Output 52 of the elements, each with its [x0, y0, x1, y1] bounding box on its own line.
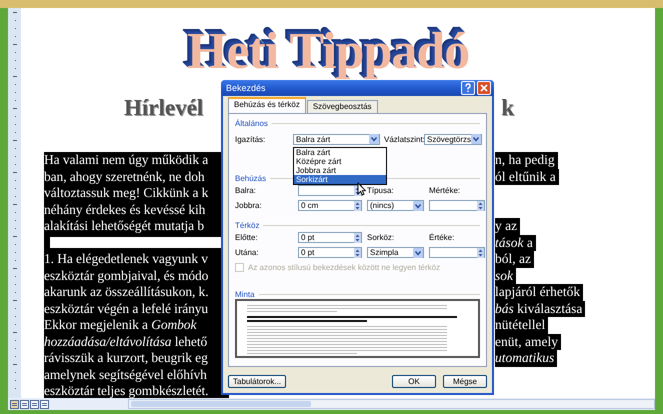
field-label: Típusa: — [367, 185, 395, 196]
dropdown-option[interactable]: Balra zárt — [294, 148, 386, 157]
chevron-down-icon — [413, 248, 423, 258]
chevron-down-icon — [413, 200, 423, 210]
field-label: Sorköz: — [367, 232, 396, 243]
section-heading: Általános — [235, 118, 268, 128]
view-mode-icon[interactable] — [20, 400, 29, 408]
field-label: Balra: — [235, 185, 257, 196]
wordart-title: Heti Tippadó — [187, 26, 470, 78]
dropdown-option[interactable]: Sorkizárt — [294, 175, 386, 184]
spin-field[interactable]: 0 cm — [298, 200, 362, 211]
section-heading: Térköz — [235, 220, 260, 230]
dialog-button[interactable]: Mégse — [443, 375, 487, 388]
help-button[interactable] — [461, 81, 475, 95]
close-icon — [479, 83, 489, 93]
spin-field[interactable] — [298, 185, 362, 196]
spin-field[interactable]: 0 pt — [298, 232, 362, 243]
checkbox-label: Az azonos stílusú bekezdések között ne legyen térköz — [248, 263, 440, 272]
chevron-down-icon — [471, 134, 481, 144]
field-label: Előtte: — [235, 232, 259, 243]
dropdown-option[interactable]: Középre zárt — [294, 157, 386, 166]
tab[interactable]: Szövegbeosztás — [306, 100, 378, 113]
scroll-thumb[interactable] — [131, 401, 311, 407]
section-heading: Behúzás — [235, 174, 266, 182]
question-mark-icon — [463, 83, 473, 93]
field-label: Vázlatszint: — [384, 134, 424, 144]
view-mode-icon[interactable] — [30, 400, 39, 408]
tab[interactable]: Behúzás és térköz — [228, 97, 306, 113]
spin-field[interactable]: 0 pt — [298, 247, 362, 258]
subtitle-text: Hírlevél — [124, 95, 204, 121]
chevron-down-icon — [369, 134, 379, 144]
dropdown[interactable]: Szimpla — [367, 247, 424, 258]
view-mode-icon[interactable] — [10, 400, 19, 408]
dropdown[interactable]: Balra zárt — [293, 134, 380, 144]
field-label: Igazítás: — [235, 134, 266, 144]
subtitle-text: k — [501, 95, 514, 121]
spin-field[interactable] — [429, 200, 485, 211]
field-label: Értéke: — [429, 232, 456, 243]
view-mode-icon[interactable] — [40, 400, 49, 408]
dialog-title: Bekezdés — [226, 83, 267, 93]
field-label: Jobbra: — [235, 200, 263, 211]
horizontal-scrollbar[interactable] — [128, 399, 655, 409]
section-heading: Minta — [235, 290, 255, 298]
field-label: Utána: — [235, 247, 260, 258]
dialog-button[interactable]: Tabulátorok... — [228, 375, 286, 388]
field-label: Mértéke: — [429, 185, 462, 196]
dialog-button[interactable]: OK — [392, 375, 436, 388]
dropdown[interactable]: Szövegtörzs — [424, 134, 482, 144]
spin-field[interactable] — [429, 247, 485, 258]
dropdown[interactable]: (nincs) — [367, 200, 424, 211]
close-button[interactable] — [477, 81, 491, 95]
dropdown-option[interactable]: Jobbra zárt — [294, 166, 386, 175]
